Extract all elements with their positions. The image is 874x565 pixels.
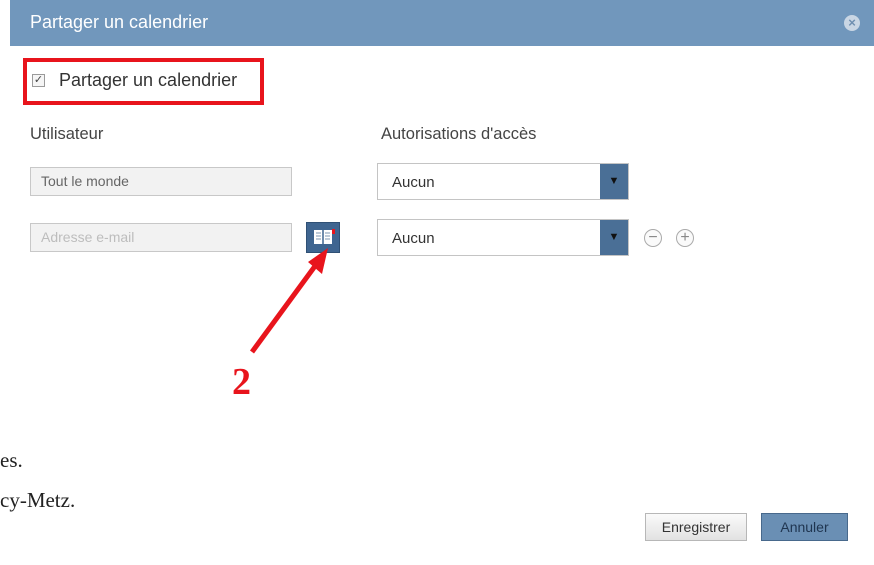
access-select-value: Aucun (392, 174, 435, 191)
chevron-down-icon[interactable]: ▼ (600, 220, 628, 255)
access-select-everyone[interactable]: Aucun ▼ (377, 163, 629, 200)
remove-row-icon[interactable]: − (644, 229, 662, 247)
annotation-arrow (249, 248, 328, 354)
access-column-header: Autorisations d'accès (381, 125, 537, 143)
cancel-button[interactable]: Annuler (761, 513, 848, 541)
annotation-number: 2 (232, 361, 251, 403)
background-text-line: es. (0, 448, 23, 472)
access-select-email[interactable]: Aucun ▼ (377, 219, 629, 256)
user-column-header: Utilisateur (30, 125, 104, 143)
access-select-value: Aucun (392, 230, 435, 247)
close-icon[interactable]: × (844, 15, 860, 31)
share-checkbox-label: Partager un calendrier (59, 70, 238, 90)
add-row-icon[interactable]: + (676, 229, 694, 247)
user-field-everyone[interactable]: Tout le monde (30, 167, 292, 196)
dialog-title: Partager un calendrier (30, 12, 209, 32)
save-button[interactable]: Enregistrer (645, 513, 747, 541)
chevron-down-icon[interactable]: ▼ (600, 164, 628, 199)
share-checkbox[interactable]: ✓ (32, 74, 45, 87)
background-text-line: cy-Metz. (0, 488, 76, 512)
